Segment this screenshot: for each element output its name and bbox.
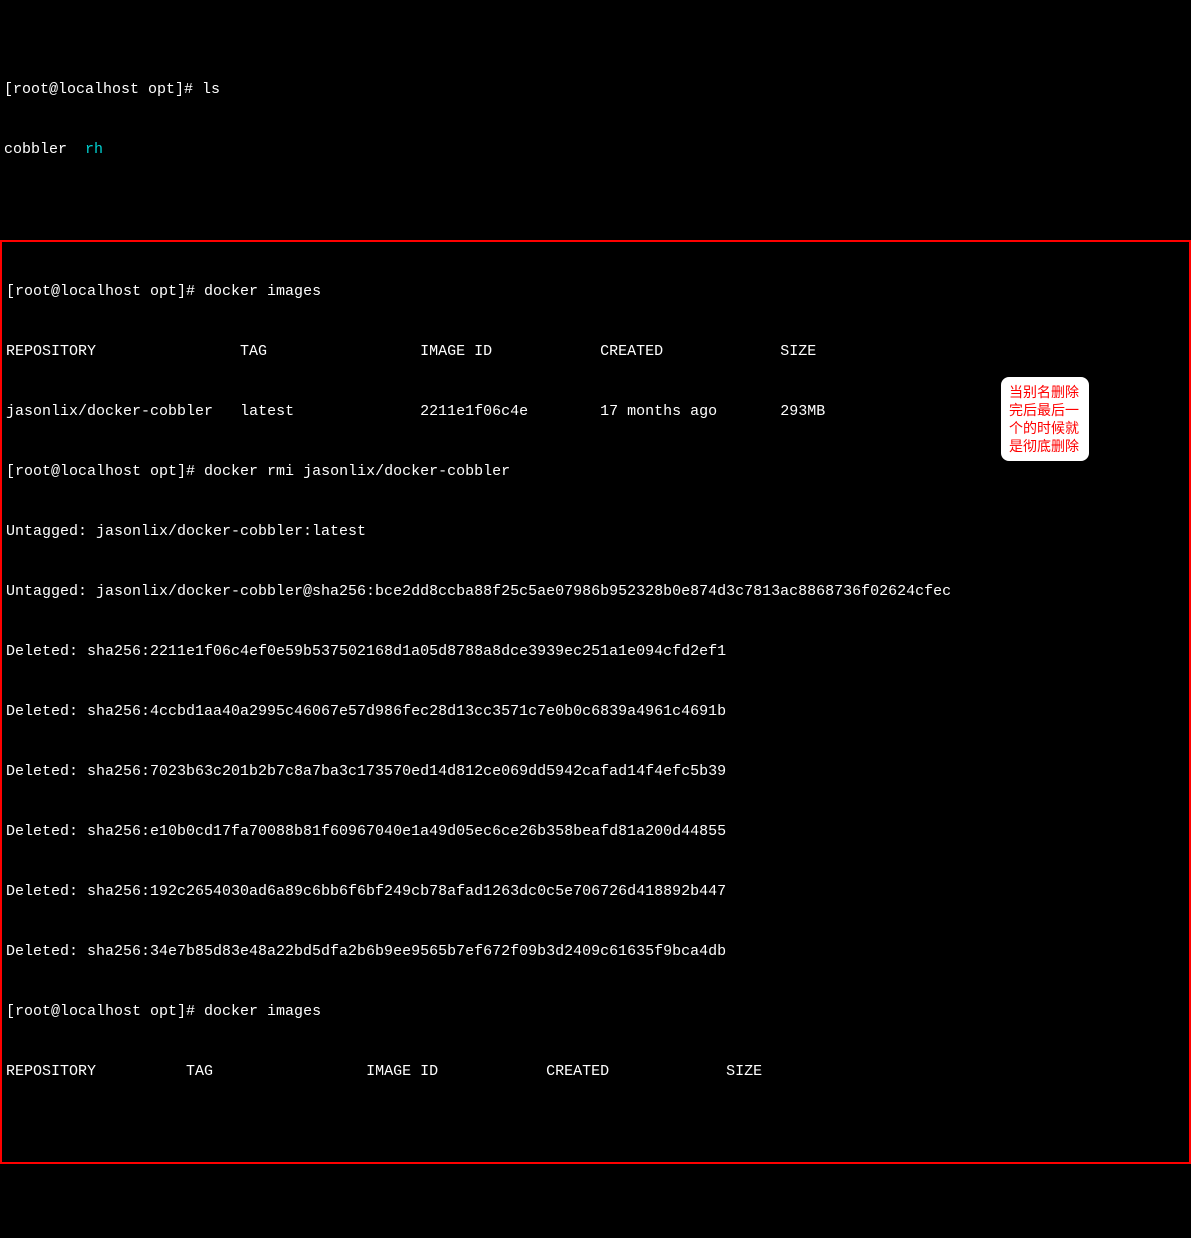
- highlight-box-1: [root@localhost opt]# docker images REPO…: [0, 240, 1191, 1164]
- annotation-callout-1: 当别名删除完后最后一个的时候就是彻底删除: [1001, 377, 1089, 461]
- ls-entry-rh: rh: [85, 141, 103, 158]
- terminal-window[interactable]: [root@localhost opt]# ls cobbler rh [roo…: [0, 0, 1191, 1238]
- output-line: Deleted: sha256:34e7b85d83e48a22bd5dfa2b…: [2, 942, 1189, 962]
- cell-size: 293MB: [780, 403, 825, 420]
- cell-repository: jasonlix/docker-cobbler: [6, 403, 213, 420]
- command-text: docker images: [204, 283, 321, 300]
- output-line: Deleted: sha256:4ccbd1aa40a2995c46067e57…: [2, 702, 1189, 722]
- col-repository: REPOSITORY: [6, 1063, 96, 1080]
- col-created: CREATED: [546, 1063, 609, 1080]
- output-line: Deleted: sha256:192c2654030ad6a89c6bb6f6…: [2, 882, 1189, 902]
- prompt-line: [root@localhost opt]# ls: [0, 80, 1191, 100]
- command-text: docker images: [204, 1003, 321, 1020]
- command-text: ls: [202, 81, 220, 98]
- col-repository: REPOSITORY: [6, 343, 96, 360]
- output-line: Deleted: sha256:7023b63c201b2b7c8a7ba3c1…: [2, 762, 1189, 782]
- output-line: Deleted: sha256:e10b0cd17fa70088b81f6096…: [2, 822, 1189, 842]
- col-image-id: IMAGE ID: [366, 1063, 438, 1080]
- col-tag: TAG: [240, 343, 267, 360]
- col-size: SIZE: [780, 343, 816, 360]
- output-line: Untagged: jasonlix/docker-cobbler@sha256…: [2, 582, 1189, 602]
- shell-prompt: [root@localhost opt]#: [6, 463, 204, 480]
- col-tag: TAG: [186, 1063, 213, 1080]
- shell-prompt: [root@localhost opt]#: [6, 283, 204, 300]
- output-line: Untagged: jasonlix/docker-cobbler:latest: [2, 522, 1189, 542]
- prompt-line: [root@localhost opt]# docker images: [2, 1002, 1189, 1022]
- prompt-line: [root@localhost opt]# docker rmi jasonli…: [2, 462, 1189, 482]
- col-image-id: IMAGE ID: [420, 343, 492, 360]
- ls-output: cobbler rh: [0, 140, 1191, 160]
- output-line: Deleted: sha256:2211e1f06c4ef0e59b537502…: [2, 642, 1189, 662]
- cell-image-id: 2211e1f06c4e: [420, 403, 528, 420]
- col-size: SIZE: [726, 1063, 762, 1080]
- cell-tag: latest: [240, 403, 294, 420]
- table-header: REPOSITORY TAG IMAGE ID CREATED SIZE: [2, 342, 1189, 362]
- table-header: REPOSITORY TAG IMAGE ID CREATED SIZE: [2, 1062, 1189, 1082]
- prompt-line: [root@localhost opt]# docker images: [2, 282, 1189, 302]
- cell-created: 17 months ago: [600, 403, 717, 420]
- col-created: CREATED: [600, 343, 663, 360]
- command-text: docker rmi jasonlix/docker-cobbler: [204, 463, 510, 480]
- shell-prompt: [root@localhost opt]#: [6, 1003, 204, 1020]
- ls-entry-cobbler: cobbler: [4, 141, 67, 158]
- shell-prompt: [root@localhost opt]#: [4, 81, 202, 98]
